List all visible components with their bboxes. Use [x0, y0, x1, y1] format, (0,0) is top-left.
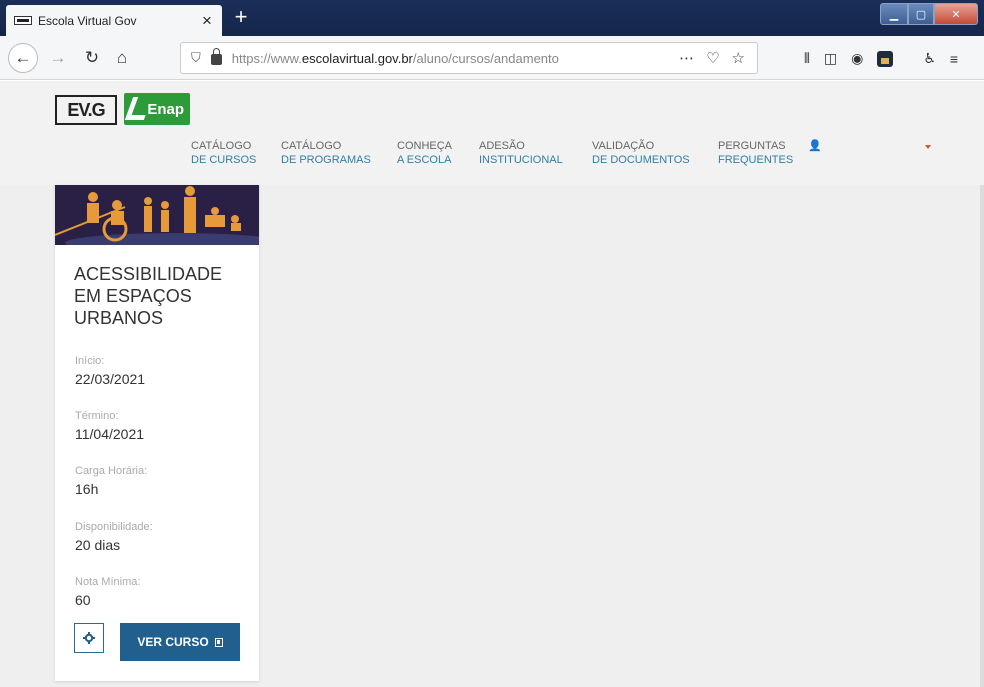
availability-value: 20 dias	[75, 537, 121, 553]
calendar-icon	[214, 637, 223, 647]
course-card: ACESSIBILIDADE EM ESPAÇOS URBANOS Início…	[55, 185, 259, 681]
pocket-icon[interactable]: ♡	[706, 49, 719, 67]
back-arrow-icon: ←	[14, 48, 32, 67]
menu-icon[interactable]: ≡	[950, 51, 958, 67]
menu-conheca-escola[interactable]: CONHEÇA A ESCOLA	[397, 139, 452, 167]
maximize-button[interactable]: ▢	[908, 3, 934, 25]
site-header: EV.G Enap CATÁLOGO DE CURSOS CATÁLOGO DE…	[0, 81, 984, 185]
enap-logo[interactable]: Enap	[124, 93, 190, 125]
home-button[interactable]: ⌂	[110, 44, 134, 72]
main-menu: CATÁLOGO DE CURSOS CATÁLOGO DE PROGRAMAS…	[0, 139, 984, 175]
home-icon: ⌂	[116, 48, 128, 67]
accessibility-illustration	[55, 185, 259, 245]
course-list-area: ACESSIBILIDADE EM ESPAÇOS URBANOS Início…	[0, 185, 984, 687]
min-grade-value: 60	[75, 592, 91, 608]
menu-catalogo-programas[interactable]: CATÁLOGO DE PROGRAMAS	[281, 139, 371, 167]
end-date-label: Término:	[75, 410, 119, 422]
start-date-label: Início:	[75, 355, 105, 367]
workload-label: Carga Horária:	[75, 465, 148, 477]
menu-catalogo-cursos[interactable]: CATÁLOGO DE CURSOS	[191, 139, 256, 167]
url-text[interactable]: https://www.escolavirtual.gov.br/aluno/c…	[232, 51, 679, 66]
forward-arrow-icon: →	[49, 48, 67, 67]
sidebar-icon[interactable]: ◫	[824, 50, 837, 67]
toolbar-icons: ⫴ ◫ ◉ ♿ ≡	[804, 50, 958, 67]
window-controls: ▁ ▢ ✕	[880, 3, 978, 25]
page-scrollbar[interactable]	[980, 185, 984, 687]
site-favicon-icon	[14, 16, 32, 25]
new-tab-button[interactable]: +	[229, 5, 253, 31]
web-page: EV.G Enap CATÁLOGO DE CURSOS CATÁLOGO DE…	[0, 81, 984, 687]
evg-logo[interactable]: EV.G	[55, 95, 117, 125]
tab-close-icon[interactable]: ×	[196, 11, 218, 31]
account-icon[interactable]: ◉	[851, 50, 863, 67]
browser-titlebar: Escola Virtual Gov × + ▁ ▢ ✕	[0, 0, 984, 36]
accessibility-extension-icon[interactable]: ♿	[923, 50, 936, 67]
tracking-shield-icon[interactable]: ⛉	[191, 50, 201, 66]
course-title: ACESSIBILIDADE EM ESPAÇOS URBANOS	[74, 264, 223, 328]
user-dropdown-caret-icon[interactable]	[925, 145, 931, 149]
page-actions-icon[interactable]: ⋯	[679, 49, 694, 67]
minimize-button[interactable]: ▁	[880, 3, 908, 25]
close-window-button[interactable]: ✕	[934, 3, 978, 25]
reload-button[interactable]: ↻	[80, 44, 104, 72]
availability-label: Disponibilidade:	[75, 521, 153, 533]
gear-icon	[83, 632, 95, 644]
reload-icon: ↻	[84, 48, 100, 67]
min-grade-label: Nota Mínima:	[75, 576, 141, 588]
view-course-button[interactable]: VER CURSO	[120, 623, 240, 661]
workload-value: 16h	[75, 481, 99, 497]
address-bar[interactable]: ⛉ https://www.escolavirtual.gov.br/aluno…	[180, 42, 758, 74]
url-actions: ⋯ ♡ ☆	[679, 49, 757, 67]
tab-title: Escola Virtual Gov	[38, 13, 137, 28]
menu-validacao-documentos[interactable]: VALIDAÇÃO DE DOCUMENTOS	[592, 139, 690, 167]
start-date-value: 22/03/2021	[75, 371, 146, 387]
menu-adesao-institucional[interactable]: ADESÃO INSTITUCIONAL	[479, 139, 563, 167]
course-image[interactable]	[55, 185, 259, 245]
end-date-value: 11/04/2021	[75, 426, 145, 442]
user-icon[interactable]: 👤	[808, 139, 822, 152]
bookmark-star-icon[interactable]: ☆	[732, 49, 745, 67]
library-icon[interactable]: ⫴	[804, 50, 810, 67]
browser-tab[interactable]: Escola Virtual Gov ×	[6, 5, 222, 36]
back-button[interactable]: ←	[8, 43, 38, 73]
course-settings-button[interactable]	[74, 623, 104, 653]
menu-perguntas-frequentes[interactable]: PERGUNTAS FREQUENTES	[718, 139, 793, 167]
extension-icon[interactable]	[877, 50, 894, 67]
lock-icon[interactable]	[210, 48, 222, 65]
forward-button[interactable]: →	[46, 44, 70, 72]
browser-toolbar: ← → ↻ ⌂ ⛉ https://www.escolavirtual.gov.…	[0, 36, 984, 80]
view-course-label: VER CURSO	[137, 635, 209, 649]
